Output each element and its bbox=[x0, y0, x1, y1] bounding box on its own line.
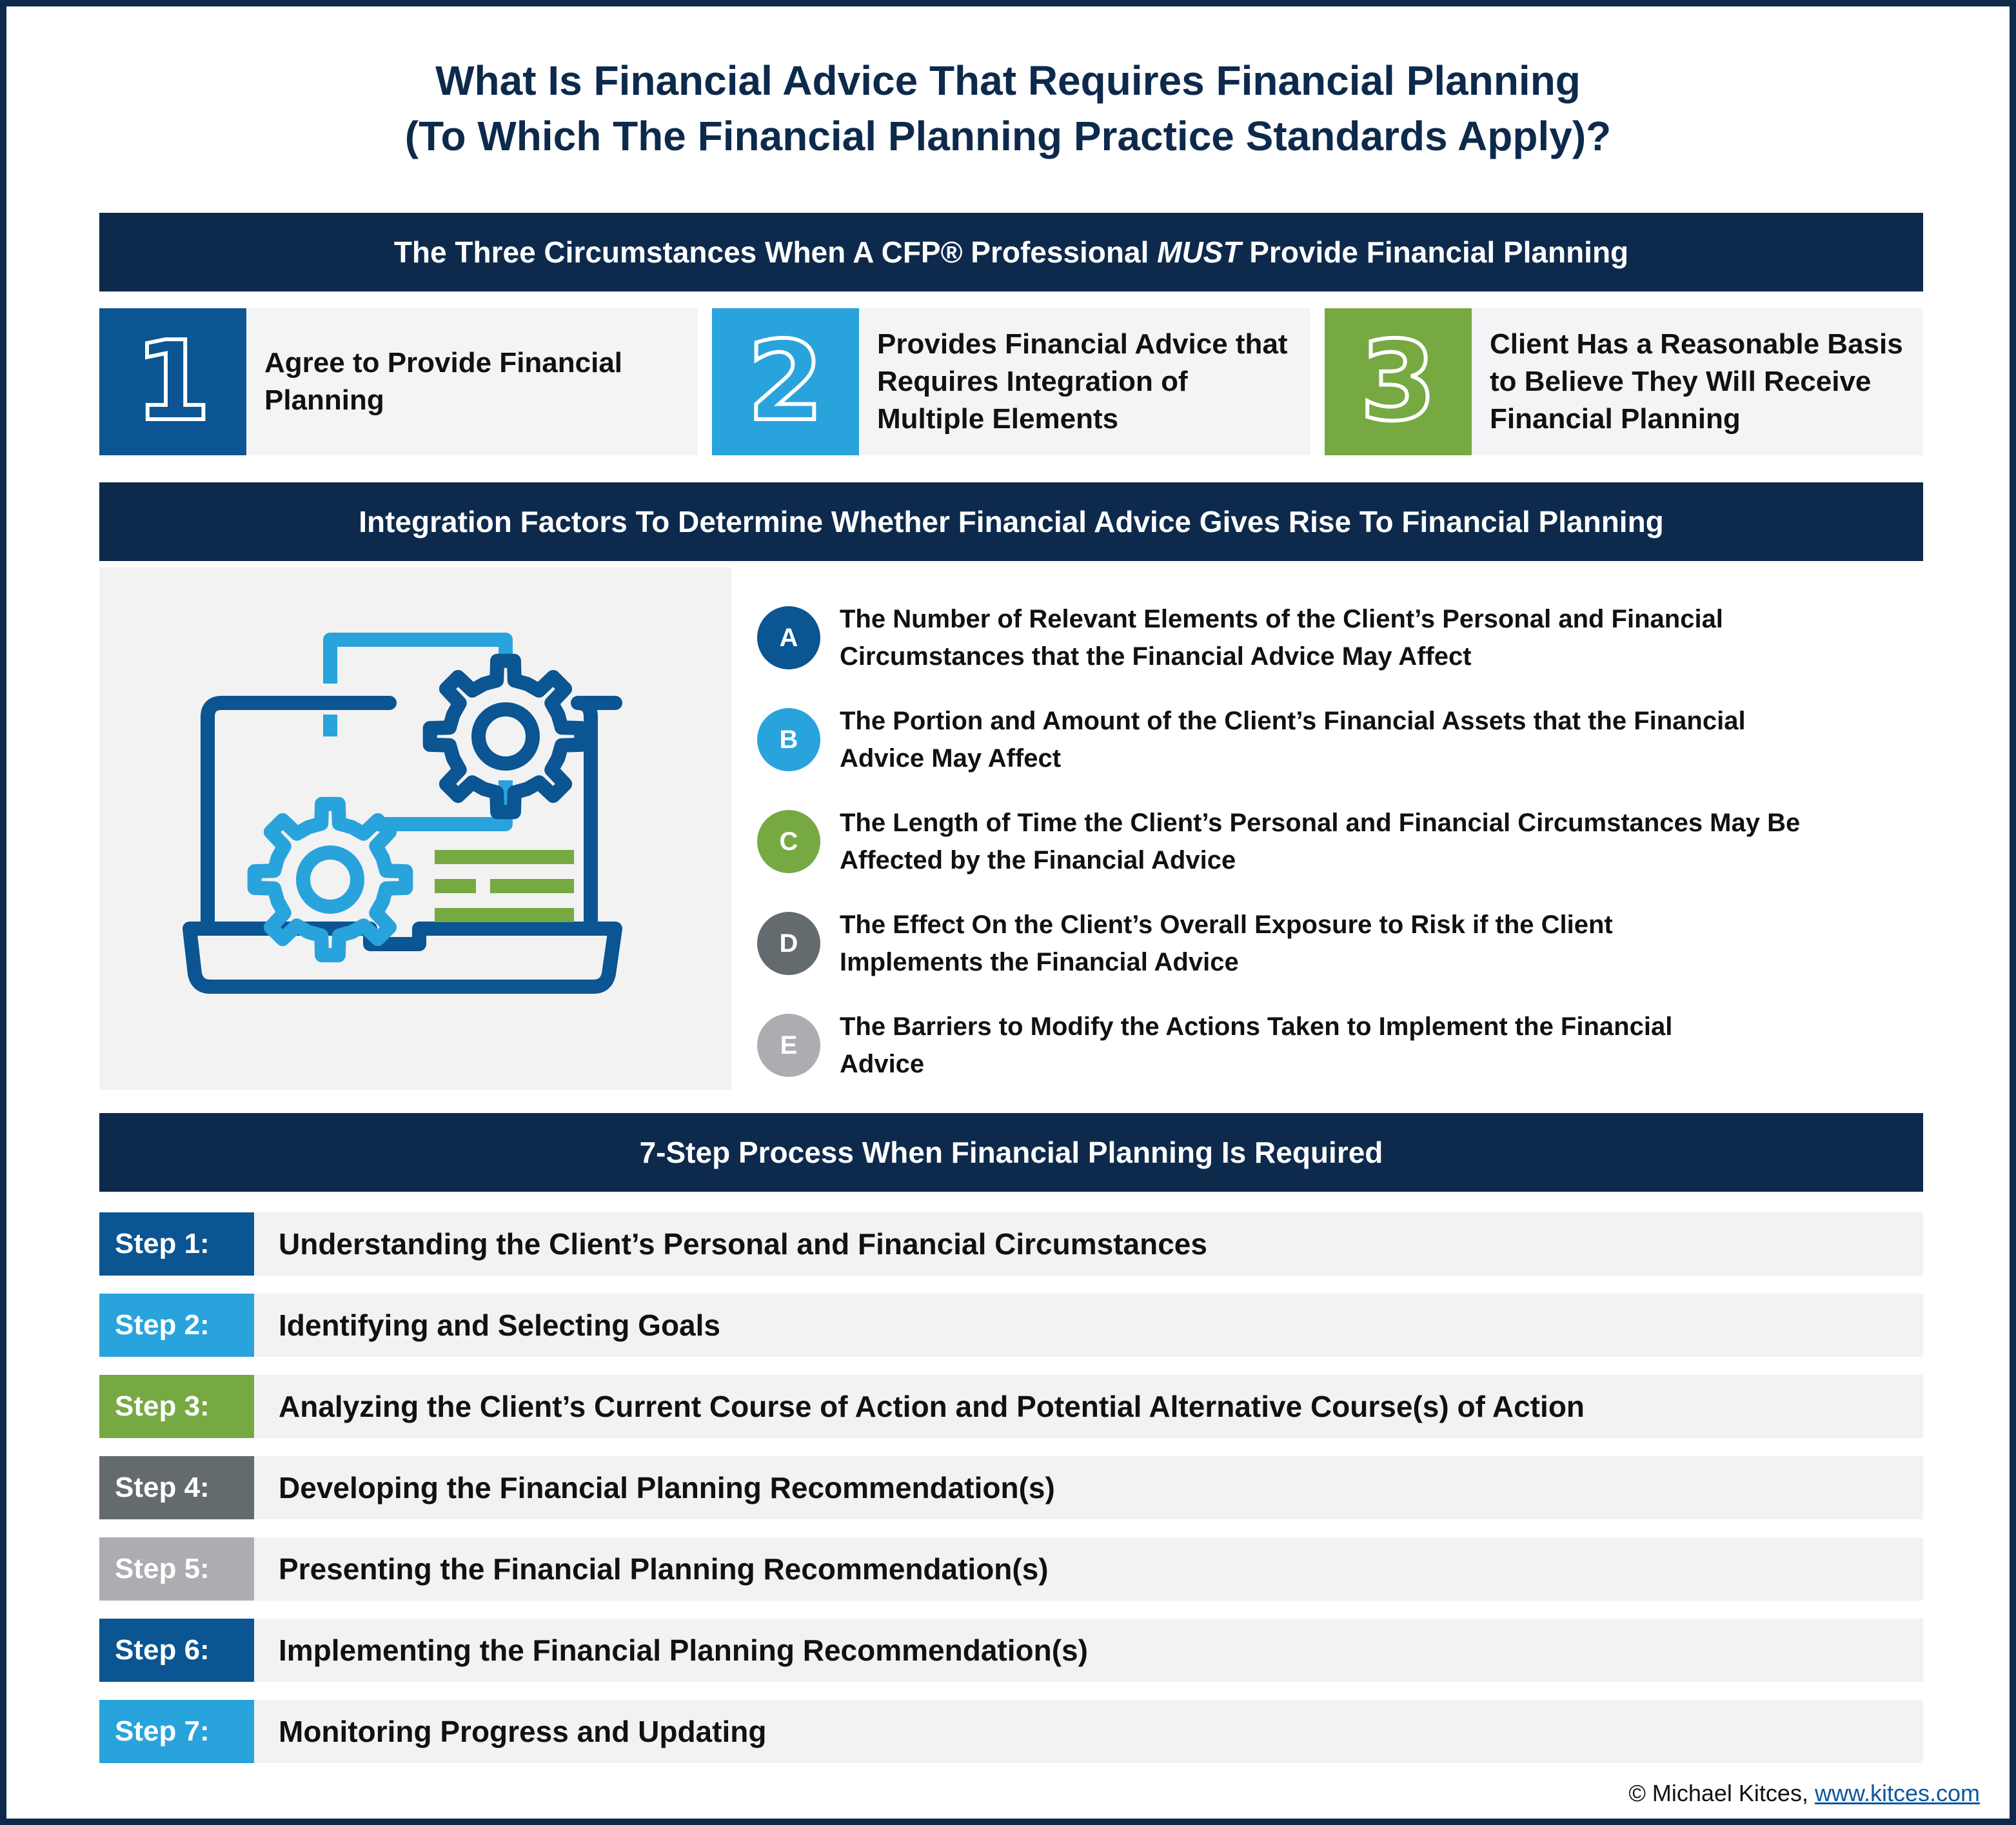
step-label: Step 7: bbox=[99, 1700, 254, 1763]
circumstance-card: 1 Agree to Provide Financial Planning bbox=[99, 308, 698, 455]
step-row: Step 7: Monitoring Progress and Updating bbox=[99, 1700, 1923, 1763]
step-row: Step 1: Understanding the Client’s Person… bbox=[99, 1212, 1923, 1276]
illustration-panel bbox=[99, 567, 731, 1090]
step-row: Step 6: Implementing the Financial Planni… bbox=[99, 1619, 1923, 1682]
circumstance-card: 2 Provides Financial Advice that Require… bbox=[712, 308, 1310, 455]
credit-line: © Michael Kitces, www.kitces.com bbox=[1628, 1780, 1980, 1807]
factor-badge: A bbox=[757, 606, 820, 669]
laptop-base-icon bbox=[183, 922, 622, 994]
factors-heading: Integration Factors To Determine Whether… bbox=[99, 482, 1923, 561]
factor-item: C The Length of Time the Client’s Person… bbox=[757, 791, 1918, 893]
step-label: Step 3: bbox=[99, 1375, 254, 1438]
circumstance-number: 2 bbox=[712, 308, 859, 455]
circumstances-heading: The Three Circumstances When A CFP® Prof… bbox=[99, 213, 1923, 291]
step-text: Monitoring Progress and Updating bbox=[279, 1715, 767, 1748]
step-text: Understanding the Client’s Personal and … bbox=[279, 1227, 1207, 1261]
factor-item: E The Barriers to Modify the Actions Tak… bbox=[757, 994, 1918, 1096]
step-text: Implementing the Financial Planning Reco… bbox=[279, 1633, 1088, 1667]
factor-badge: C bbox=[757, 810, 820, 873]
step-text: Identifying and Selecting Goals bbox=[279, 1308, 720, 1342]
factor-badge: B bbox=[757, 708, 820, 771]
title-line-2: (To Which The Financial Planning Practic… bbox=[404, 113, 1612, 159]
page-title: What Is Financial Advice That Requires F… bbox=[6, 53, 2010, 164]
step-row: Step 2: Identifying and Selecting Goals bbox=[99, 1294, 1923, 1357]
infographic: What Is Financial Advice That Requires F… bbox=[6, 6, 2010, 1819]
step-label: Step 2: bbox=[99, 1294, 254, 1357]
step-text: Presenting the Financial Planning Recomm… bbox=[279, 1552, 1049, 1586]
step-row: Step 4: Developing the Financial Planning… bbox=[99, 1456, 1923, 1519]
factor-item: A The Number of Relevant Elements of the… bbox=[757, 587, 1918, 689]
factors-list: A The Number of Relevant Elements of the… bbox=[757, 587, 1918, 1096]
circumstance-number: 1 bbox=[99, 308, 246, 455]
factor-item: D The Effect On the Client’s Overall Exp… bbox=[757, 893, 1918, 994]
step-label: Step 1: bbox=[99, 1212, 254, 1276]
process-heading: 7-Step Process When Financial Planning I… bbox=[99, 1113, 1923, 1192]
factor-text: The Number of Relevant Elements of the C… bbox=[840, 605, 1723, 671]
step-text: Analyzing the Client’s Current Course of… bbox=[279, 1390, 1585, 1423]
circumstances-list: 1 Agree to Provide Financial Planning 2 … bbox=[99, 308, 1923, 455]
factor-item: B The Portion and Amount of the Client’s… bbox=[757, 689, 1918, 791]
step-row: Step 3: Analyzing the Client’s Current Co… bbox=[99, 1375, 1923, 1438]
factor-badge: E bbox=[757, 1014, 820, 1077]
factors-section: A The Number of Relevant Elements of the… bbox=[99, 567, 1923, 1090]
step-row: Step 5: Presenting the Financial Planning… bbox=[99, 1537, 1923, 1601]
factor-text: The Barriers to Modify the Actions Taken… bbox=[840, 1012, 1673, 1078]
process-steps: Step 1: Understanding the Client’s Person… bbox=[99, 1212, 1923, 1781]
factor-text: The Effect On the Client’s Overall Expos… bbox=[840, 911, 1613, 976]
circumstances-heading-post: Provide Financial Planning bbox=[1241, 235, 1629, 269]
factor-text: The Length of Time the Client’s Personal… bbox=[840, 809, 1801, 874]
step-label: Step 6: bbox=[99, 1619, 254, 1682]
factor-badge: D bbox=[757, 912, 820, 975]
circumstance-text: Agree to Provide Financial Planning bbox=[264, 347, 623, 416]
credit-text: © Michael Kitces, bbox=[1628, 1780, 1815, 1806]
laptop-gears-icon bbox=[183, 633, 622, 994]
title-line-1: What Is Financial Advice That Requires F… bbox=[435, 57, 1581, 104]
text-lines-icon bbox=[435, 850, 574, 922]
circumstances-heading-pre: The Three Circumstances When A CFP® Prof… bbox=[393, 235, 1158, 269]
factor-text: The Portion and Amount of the Client’s F… bbox=[840, 707, 1746, 773]
circumstance-text: Provides Financial Advice that Requires … bbox=[877, 328, 1288, 435]
step-label: Step 5: bbox=[99, 1537, 254, 1601]
circumstance-card: 3 Client Has a Reasonable Basis to Belie… bbox=[1325, 308, 1923, 455]
step-text: Developing the Financial Planning Recomm… bbox=[279, 1471, 1055, 1504]
circumstance-text: Client Has a Reasonable Basis to Believe… bbox=[1490, 328, 1903, 435]
step-label: Step 4: bbox=[99, 1456, 254, 1519]
kitces-link[interactable]: www.kitces.com bbox=[1815, 1780, 1980, 1806]
connector-line-top bbox=[323, 633, 513, 684]
circumstance-number: 3 bbox=[1325, 308, 1472, 455]
circumstances-heading-em: MUST bbox=[1157, 235, 1241, 269]
